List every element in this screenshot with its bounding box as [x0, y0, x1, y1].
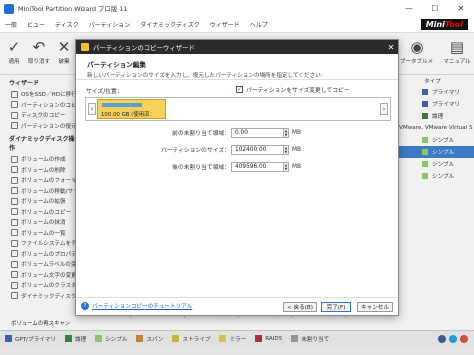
partition-size-label: パーティションのサイズ：	[160, 148, 230, 154]
dialog-title-bar: パーティションのコピーウィザード ✕	[76, 40, 398, 54]
dialog-heading: パーティション編集	[87, 61, 146, 69]
menu-dynamic-disk[interactable]: ダイナミックディスク	[135, 20, 204, 29]
logo-tool: Tool	[444, 20, 463, 29]
minitool-logo: Mini Tool	[420, 19, 468, 30]
unallocated-after-input[interactable]: 409596.00	[231, 161, 284, 172]
spinner-icon[interactable]: ▲ ▼	[284, 161, 289, 172]
tutorial-link-text: パーティションコピーのチュートリアル	[92, 304, 193, 310]
menu-general[interactable]: 一般	[0, 20, 22, 29]
menu-wizard[interactable]: ウィザード	[205, 20, 245, 29]
unallocated-after-row: 後の未割り当て領域： 409596.00 ▲ ▼ MB	[76, 161, 400, 172]
spinner-icon[interactable]: ▲ ▼	[284, 127, 289, 138]
menu-view[interactable]: ビュー	[22, 20, 50, 29]
tutorial-link[interactable]: ? パーティションコピーのチュートリアル	[81, 302, 192, 310]
help-icon: ?	[81, 302, 89, 310]
menu-partition[interactable]: パーティション	[84, 20, 136, 29]
unit-label: MB	[292, 129, 301, 136]
unallocated-before-input[interactable]: 0.00	[231, 127, 284, 138]
menu-disk[interactable]: ディスク	[50, 20, 84, 29]
back-button[interactable]: < 戻る(B)	[283, 302, 317, 312]
cancel-button[interactable]: キャンセル	[357, 302, 393, 312]
app-logo-icon	[4, 3, 14, 14]
menu-bar: 一般 ビュー ディスク パーティション ダイナミックディスク ウィザード ヘルプ	[0, 17, 474, 33]
close-button[interactable]: ✕	[448, 0, 474, 17]
resize-checkbox-label: パーティションをサイズ変更してコピー	[246, 88, 350, 94]
unallocated-before-row: 前の未割り当て領域： 0.00 ▲ ▼ MB	[76, 127, 400, 138]
dialog-close-icon[interactable]: ✕	[384, 43, 398, 52]
spinner-icon[interactable]: ▲ ▼	[284, 144, 289, 155]
partition-size-input[interactable]: 102400.00	[231, 144, 284, 155]
unallocated-before-label: 前の未割り当て領域：	[172, 131, 230, 137]
maximize-button[interactable]: ☐	[422, 0, 448, 17]
finish-button[interactable]: 完了(F)	[321, 302, 351, 312]
used-space-bar	[102, 103, 142, 107]
unallocated-after-label: 後の未割り当て領域：	[172, 165, 230, 171]
minimize-button[interactable]: —	[396, 0, 422, 17]
partition-block-label: 100.00 GB (使用済：	[101, 112, 155, 118]
wizard-icon	[81, 43, 89, 51]
resize-copy-option[interactable]: ✓ パーティションをサイズ変更してコピー	[236, 85, 350, 94]
partition-size-row: パーティションのサイズ： 102400.00 ▲ ▼ MB	[76, 144, 400, 155]
dialog-header: パーティション編集 新しいパーティションのサイズを入力し、復元したパーティション…	[76, 54, 398, 80]
dialog-title: パーティションのコピーウィザード	[93, 43, 195, 52]
resize-checkbox[interactable]: ✓	[236, 86, 243, 93]
menu-help[interactable]: ヘルプ	[245, 20, 273, 29]
partition-layout-bar: ‹ 100.00 GB (使用済： ›	[85, 97, 391, 121]
window-title: MiniTool Partition Wizard プロ版 11	[18, 5, 128, 13]
dialog-subheading: 新しいパーティションのサイズを入力し、復元したパーティションの場所を指定してくだ…	[87, 73, 323, 79]
logo-mini: Mini	[425, 20, 445, 29]
left-arrow-handle-icon[interactable]: ‹	[88, 103, 96, 115]
partition-block[interactable]: 100.00 GB (使用済：	[97, 99, 166, 119]
size-position-label: サイズ/位置：	[86, 89, 123, 95]
copy-partition-dialog: パーティションのコピーウィザード ✕ パーティション編集 新しいパーティションの…	[75, 39, 399, 316]
right-arrow-handle-icon[interactable]: ›	[380, 103, 388, 115]
dialog-footer: ? パーティションコピーのチュートリアル < 戻る(B) 完了(F) キャンセル	[76, 297, 398, 315]
unit-label: MB	[292, 163, 301, 170]
unit-label: MB	[292, 146, 301, 153]
title-bar: MiniTool Partition Wizard プロ版 11 — ☐ ✕	[0, 0, 474, 17]
status-bar	[0, 346, 474, 355]
